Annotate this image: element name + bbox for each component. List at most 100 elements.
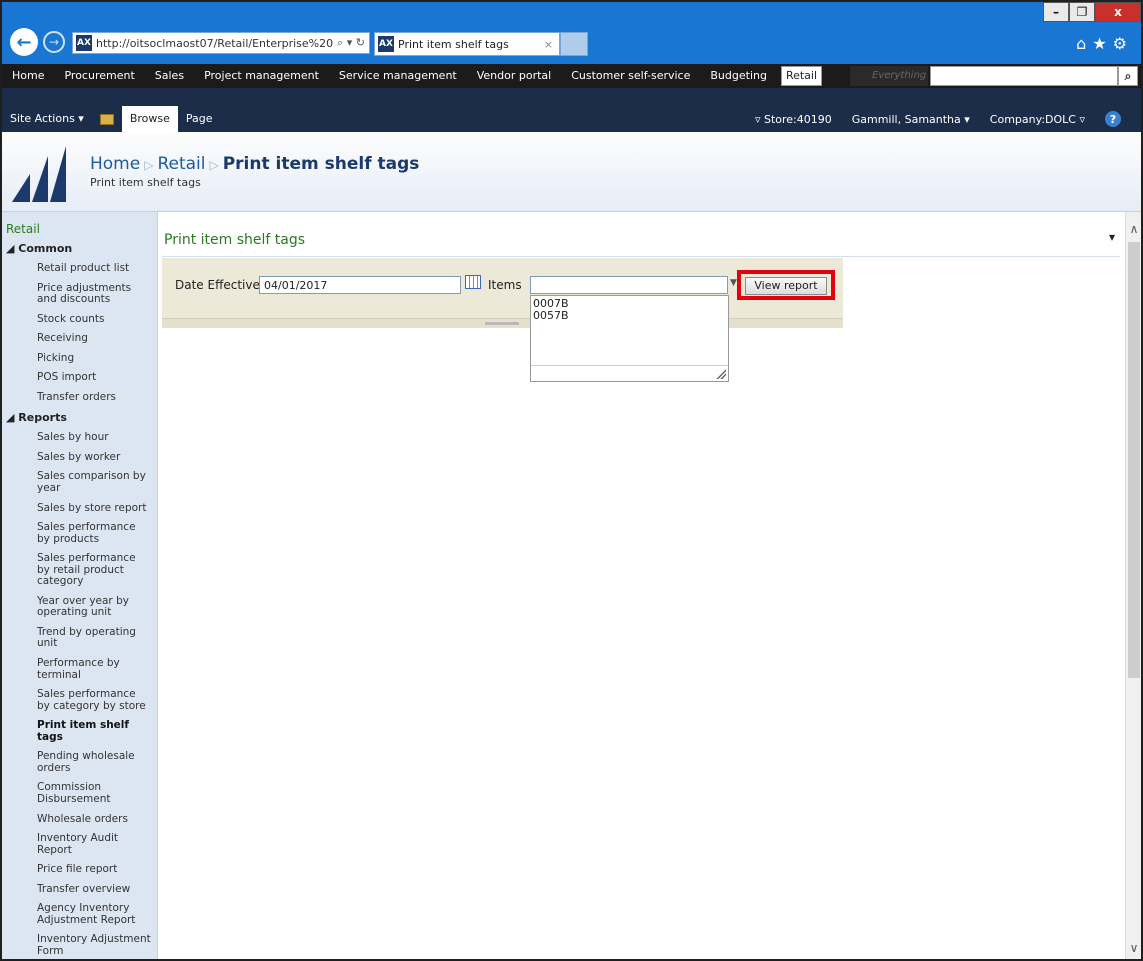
topnav-item[interactable]: Budgeting [700,64,777,88]
browser-titlebar: – ❐ x ← → AX http://oitsoclmaost07/Retai… [2,2,1141,64]
leftnav-item[interactable]: Trend by operating unit [2,623,157,654]
date-effective-label: Date Effective [175,278,260,292]
breadcrumb: Home ▷ Retail ▷ Print item shelf tags [90,154,419,174]
ribbon: Site Actions ▾ Browse Page ▿ Store:40190… [2,88,1141,132]
items-dropdown-list[interactable]: 0007B 0057B [530,295,729,382]
topnav-item[interactable]: Sales [145,64,194,88]
tab-title: Print item shelf tags [398,37,509,51]
leftnav-item[interactable]: Sales by worker [2,448,157,468]
navigate-up-icon[interactable] [92,106,122,132]
site-actions-menu[interactable]: Site Actions ▾ [2,106,92,132]
items-input[interactable] [530,276,728,294]
scroll-down-icon[interactable]: ∨ [1126,941,1141,957]
items-label: Items [488,278,522,292]
dynamics-logo-icon [12,146,66,202]
ribbon-context: ▿ Store:40190 Gammill, Samantha ▾ Compan… [755,106,1141,132]
main-content: Print item shelf tags ▾ Date Effective 0… [158,212,1125,959]
page-title: Print item shelf tags [222,154,420,174]
leftnav-item[interactable]: Wholesale orders [2,810,157,830]
leftnav-item[interactable]: Year over year by operating unit [2,592,157,623]
leftnav-item[interactable]: Inventory Adjustment Form [2,930,157,959]
store-selector[interactable]: ▿ Store:40190 [755,113,832,126]
breadcrumb-retail[interactable]: Retail [157,154,205,174]
calendar-icon[interactable] [465,275,481,289]
topnav-item[interactable]: Procurement [54,64,144,88]
help-icon[interactable]: ? [1105,111,1121,127]
chevron-down-icon[interactable]: ▼ [730,278,737,288]
leftnav-item[interactable]: POS import [2,368,157,388]
splitter-grip[interactable] [485,322,519,325]
leftnav-item[interactable]: Sales performance by category by store [2,685,157,716]
browser-tab[interactable]: AX Print item shelf tags × [374,32,560,56]
close-window-button[interactable]: x [1095,2,1141,22]
dropdown-footer [531,365,728,381]
leftnav-item[interactable]: Agency Inventory Adjustment Report [2,899,157,930]
user-menu[interactable]: Gammill, Samantha ▾ [852,113,970,126]
topnav-item[interactable]: Vendor portal [467,64,562,88]
leftnav-item[interactable]: Commission Disbursement [2,778,157,809]
back-arrow-icon[interactable]: ← [10,28,38,56]
leftnav-item[interactable]: Receiving [2,329,157,349]
leftnav-item[interactable]: Pending wholesale orders [2,747,157,778]
topnav-item[interactable]: Home [2,64,54,88]
parameter-splitter[interactable] [162,318,843,328]
search-input[interactable] [930,66,1118,86]
leftnav-item[interactable]: Transfer overview [2,880,157,900]
leftnav-item[interactable]: Transfer orders [2,388,157,408]
resize-grip-icon[interactable] [716,369,726,379]
leftnav-item[interactable]: Performance by terminal [2,654,157,685]
left-navigation: Retail ◢ Common Retail product list Pric… [2,212,158,959]
company-selector[interactable]: Company:DOLC ▿ [990,113,1085,126]
tab-browse[interactable]: Browse [121,106,178,132]
leftnav-item[interactable]: Sales performance by retail product cate… [2,549,157,592]
leftnav-group-common[interactable]: ◢ Common [2,238,157,259]
report-parameters: Date Effective 04/01/2017 Items ▼ View r… [162,258,843,382]
address-url[interactable]: http://oitsoclmaost07/Retail/Enterprise%… [96,37,333,50]
window-controls: – ❐ x [1043,2,1141,22]
new-tab-button[interactable] [560,32,588,56]
topnav-item[interactable]: Project management [194,64,329,88]
search-refresh-controls[interactable]: ⌕ ▾ ↻ [333,36,369,50]
leftnav-item[interactable]: Price adjustments and discounts [2,279,157,310]
webpart-divider [162,256,1120,257]
breadcrumb-home[interactable]: Home [90,154,140,174]
leftnav-item[interactable]: Sales comparison by year [2,467,157,498]
view-report-button[interactable]: View report [745,277,827,295]
breadcrumb-separator-icon: ▷ [144,158,154,172]
address-bar[interactable]: AX http://oitsoclmaost07/Retail/Enterpri… [72,32,370,54]
scroll-up-icon[interactable]: ∧ [1126,222,1141,238]
browser-window: – ❐ x ← → AX http://oitsoclmaost07/Retai… [0,0,1143,961]
topnav-item[interactable]: Service management [329,64,467,88]
leftnav-item[interactable]: Stock counts [2,310,157,330]
scrollbar-thumb[interactable] [1128,242,1140,678]
webpart-menu-icon[interactable]: ▾ [1109,230,1115,244]
leftnav-item[interactable]: Sales by store report [2,499,157,519]
folder-icon [99,113,114,125]
vertical-scrollbar[interactable]: ∧ ∨ [1125,212,1141,959]
webpart-title[interactable]: Print item shelf tags [164,232,305,248]
tab-close-icon[interactable]: × [544,38,553,51]
topnav-item[interactable]: Customer self-service [561,64,700,88]
leftnav-item[interactable]: Sales by hour [2,428,157,448]
leftnav-heading[interactable]: Retail [2,212,157,238]
leftnav-item[interactable]: Retail product list [2,259,157,279]
search-scope-select[interactable]: Everything [850,66,928,86]
search-icon[interactable]: ⌕ [1118,66,1138,86]
topnav-item-retail[interactable]: Retail [780,66,823,86]
minimize-button[interactable]: – [1043,2,1069,22]
leftnav-item-selected[interactable]: Print item shelf tags [2,716,157,747]
list-item[interactable]: 0057B [533,310,726,322]
forward-arrow-icon[interactable]: → [43,31,65,53]
top-navigation: Home Procurement Sales Project managemen… [2,64,1141,88]
leftnav-item[interactable]: Picking [2,349,157,369]
tab-favicon-icon: AX [378,36,394,52]
site-favicon-icon: AX [76,35,92,51]
leftnav-item[interactable]: Inventory Audit Report [2,829,157,860]
date-effective-input[interactable]: 04/01/2017 [259,276,461,294]
leftnav-group-reports[interactable]: ◢ Reports [2,407,157,428]
browser-tools-icons[interactable]: ⌂★⚙ [1076,34,1133,53]
tab-page[interactable]: Page [178,106,221,132]
leftnav-item[interactable]: Sales performance by products [2,518,157,549]
leftnav-item[interactable]: Price file report [2,860,157,880]
restore-button[interactable]: ❐ [1069,2,1095,22]
